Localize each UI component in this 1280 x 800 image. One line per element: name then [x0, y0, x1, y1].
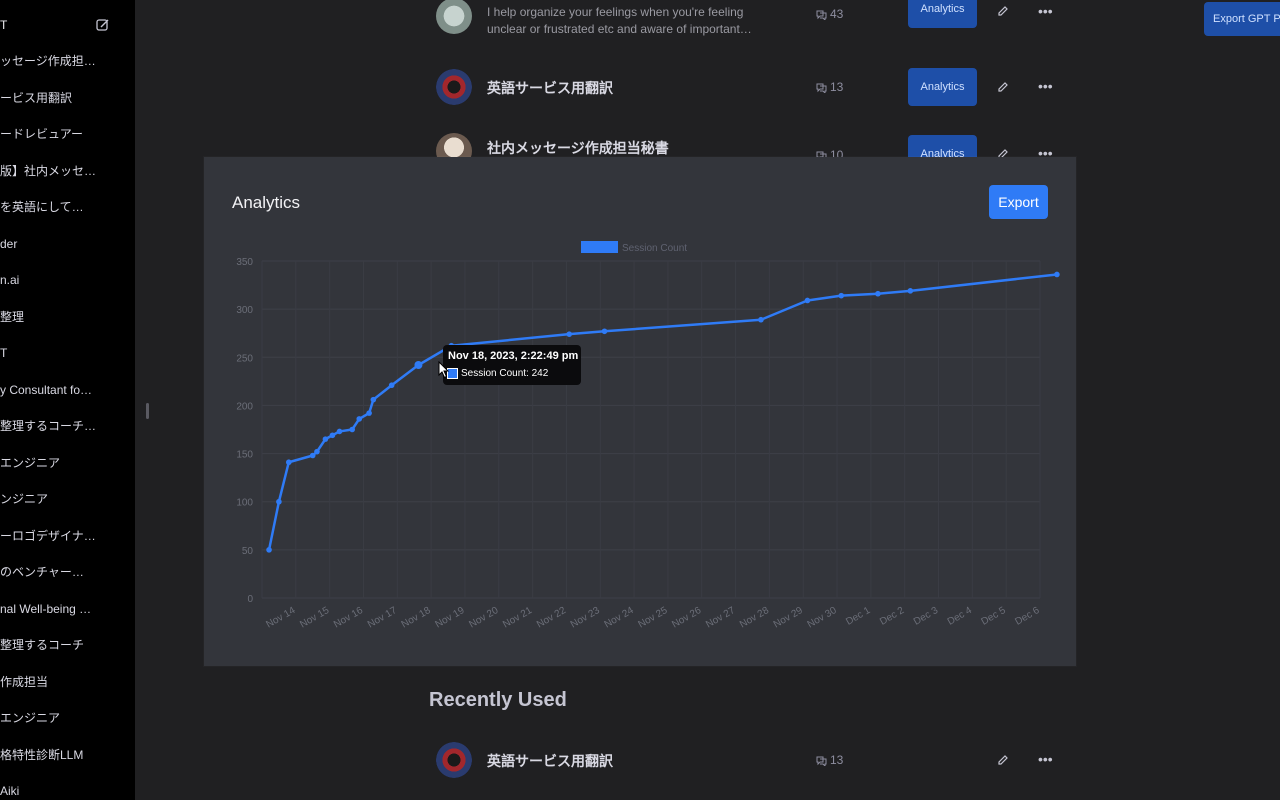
y-tick-label: 100 — [236, 498, 253, 509]
x-tick-label: Nov 25 — [636, 605, 669, 631]
tooltip-title: Nov 18, 2023, 2:22:49 pm — [448, 350, 579, 362]
x-tick-label: Nov 23 — [569, 605, 602, 631]
y-tick-label: 50 — [242, 546, 254, 557]
data-point — [370, 396, 377, 403]
analytics-modal: Analytics Export Session Count 0 50 100 150 2… — [204, 157, 1076, 666]
x-tick-label: Nov 14 — [264, 605, 297, 631]
x-tick-label: Dec 1 — [844, 605, 873, 628]
chart-tooltip: Nov 18, 2023, 2:22:49 pm Session Count: … — [443, 345, 581, 385]
data-point — [875, 290, 881, 297]
x-tick-label: Nov 28 — [738, 605, 771, 631]
data-point — [356, 416, 363, 422]
y-tick-label: 250 — [236, 353, 253, 364]
data-point — [285, 459, 292, 466]
data-point — [349, 426, 356, 433]
data-point — [1054, 271, 1060, 278]
data-point — [601, 328, 608, 335]
data-point — [838, 292, 845, 299]
data-point — [804, 297, 811, 304]
data-point — [314, 448, 320, 455]
y-tick-label: 300 — [236, 305, 253, 316]
x-tick-label: Nov 22 — [535, 605, 568, 631]
x-tick-label: Nov 16 — [332, 605, 365, 631]
x-tick-label: Nov 19 — [434, 605, 467, 631]
x-tick-label: Dec 6 — [1013, 605, 1042, 628]
x-tick-label: Nov 26 — [670, 605, 703, 631]
y-tick-label: 200 — [236, 401, 253, 412]
x-tick-label: Nov 29 — [772, 605, 805, 631]
data-point — [309, 452, 316, 459]
data-point — [388, 382, 395, 389]
data-point — [907, 288, 914, 294]
y-tick-label: 0 — [247, 594, 253, 605]
x-tick-label: Nov 20 — [467, 605, 500, 631]
x-tick-label: Dec 3 — [912, 605, 941, 628]
x-tick-label: Dec 4 — [946, 605, 975, 628]
tooltip-value: Session Count: 242 — [461, 368, 549, 379]
x-tick-label: Nov 18 — [400, 605, 433, 631]
legend-swatch — [581, 241, 618, 253]
data-point — [758, 316, 764, 323]
data-point — [322, 436, 329, 442]
legend-label: Session Count — [622, 243, 687, 254]
x-tick-label: Nov 21 — [501, 605, 534, 631]
data-point — [566, 331, 573, 337]
data-point — [266, 547, 272, 553]
data-point — [414, 360, 423, 369]
data-point — [329, 432, 336, 439]
x-tick-label: Nov 15 — [298, 605, 331, 631]
data-point — [336, 428, 343, 435]
x-tick-label: Nov 27 — [704, 605, 737, 631]
data-point — [276, 498, 282, 505]
session-count-chart: Session Count 0 50 100 150 200 250 300 350 Nov 14… — [236, 241, 1060, 631]
data-point — [366, 410, 372, 416]
mouse-cursor-icon — [438, 361, 450, 379]
x-tick-label: Dec 5 — [980, 605, 1009, 628]
x-tick-label: Nov 30 — [806, 605, 839, 631]
x-tick-label: Nov 17 — [366, 605, 399, 631]
y-tick-label: 150 — [236, 450, 253, 461]
x-tick-label: Nov 24 — [603, 605, 636, 631]
y-tick-label: 350 — [236, 257, 253, 268]
x-tick-label: Dec 2 — [878, 605, 907, 628]
